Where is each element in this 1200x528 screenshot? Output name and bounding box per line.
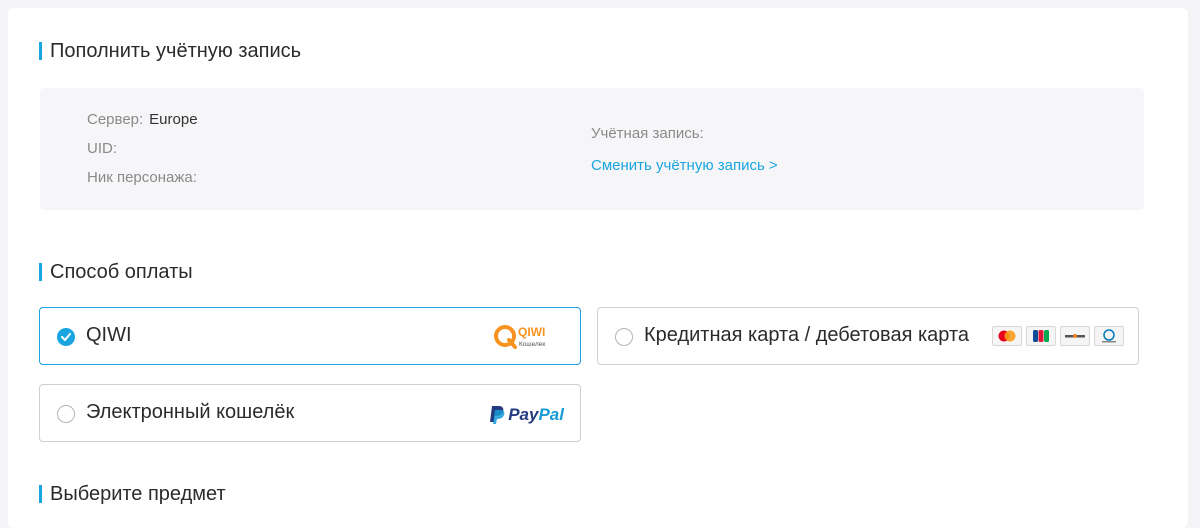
payment-option-ewallet[interactable]: Электронный кошелёк PayPal — [39, 384, 581, 442]
qiwi-logo: QIWI Кошелек — [494, 322, 554, 352]
nick-label: Ник персонажа: — [87, 169, 197, 186]
discover-icon — [1060, 326, 1090, 346]
mastercard-icon — [992, 326, 1022, 346]
item-section-title: Выберите предмет — [39, 481, 226, 507]
radio-unchecked-icon[interactable] — [57, 405, 75, 423]
radio-unchecked-icon[interactable] — [615, 328, 633, 346]
card-brand-icons — [988, 326, 1124, 346]
account-info-box: Сервер: Europe UID: Ник персонажа: Учётна… — [40, 88, 1144, 210]
paypal-logo-pal: Pal — [538, 405, 564, 424]
jcb-icon — [1026, 326, 1056, 346]
qiwi-logo-text: QIWI — [518, 325, 545, 339]
server-row: Сервер: Europe — [87, 111, 198, 128]
account-label: Учётная запись: — [591, 125, 704, 142]
topup-card: Пополнить учётную запись Сервер: Europe U… — [8, 8, 1188, 528]
paypal-logo-pay: Pay — [508, 405, 539, 424]
payment-option-card[interactable]: Кредитная карта / дебетовая карта — [597, 307, 1139, 365]
section-accent-bar — [39, 263, 42, 281]
diners-club-icon — [1094, 326, 1124, 346]
switch-account-link[interactable]: Сменить учётную запись > — [591, 157, 778, 174]
account-section-title: Пополнить учётную запись — [39, 38, 301, 64]
section-accent-bar — [39, 485, 42, 503]
server-label: Сервер: — [87, 111, 144, 128]
paypal-logo-text: PayPal — [508, 405, 564, 425]
payment-section-title: Способ оплаты — [39, 259, 193, 285]
payment-option-qiwi[interactable]: QIWI QIWI Кошелек — [39, 307, 581, 365]
server-value: Europe — [149, 111, 198, 128]
section-accent-bar — [39, 42, 42, 60]
payment-option-label: Электронный кошелёк — [86, 401, 295, 423]
qiwi-logo-subtext: Кошелек — [519, 341, 545, 348]
payment-option-label: Кредитная карта / дебетовая карта — [644, 324, 970, 346]
radio-checked-icon[interactable] — [57, 328, 75, 346]
uid-label: UID: — [87, 140, 117, 157]
payment-option-label: QIWI — [86, 324, 132, 346]
payment-section-title-text: Способ оплаты — [50, 261, 193, 283]
account-section-title-text: Пополнить учётную запись — [50, 40, 302, 62]
nick-row: Ник персонажа: — [87, 169, 197, 186]
item-section-title-text: Выберите предмет — [50, 483, 226, 505]
uid-row: UID: — [87, 140, 117, 157]
paypal-logo: PayPal — [489, 404, 564, 426]
